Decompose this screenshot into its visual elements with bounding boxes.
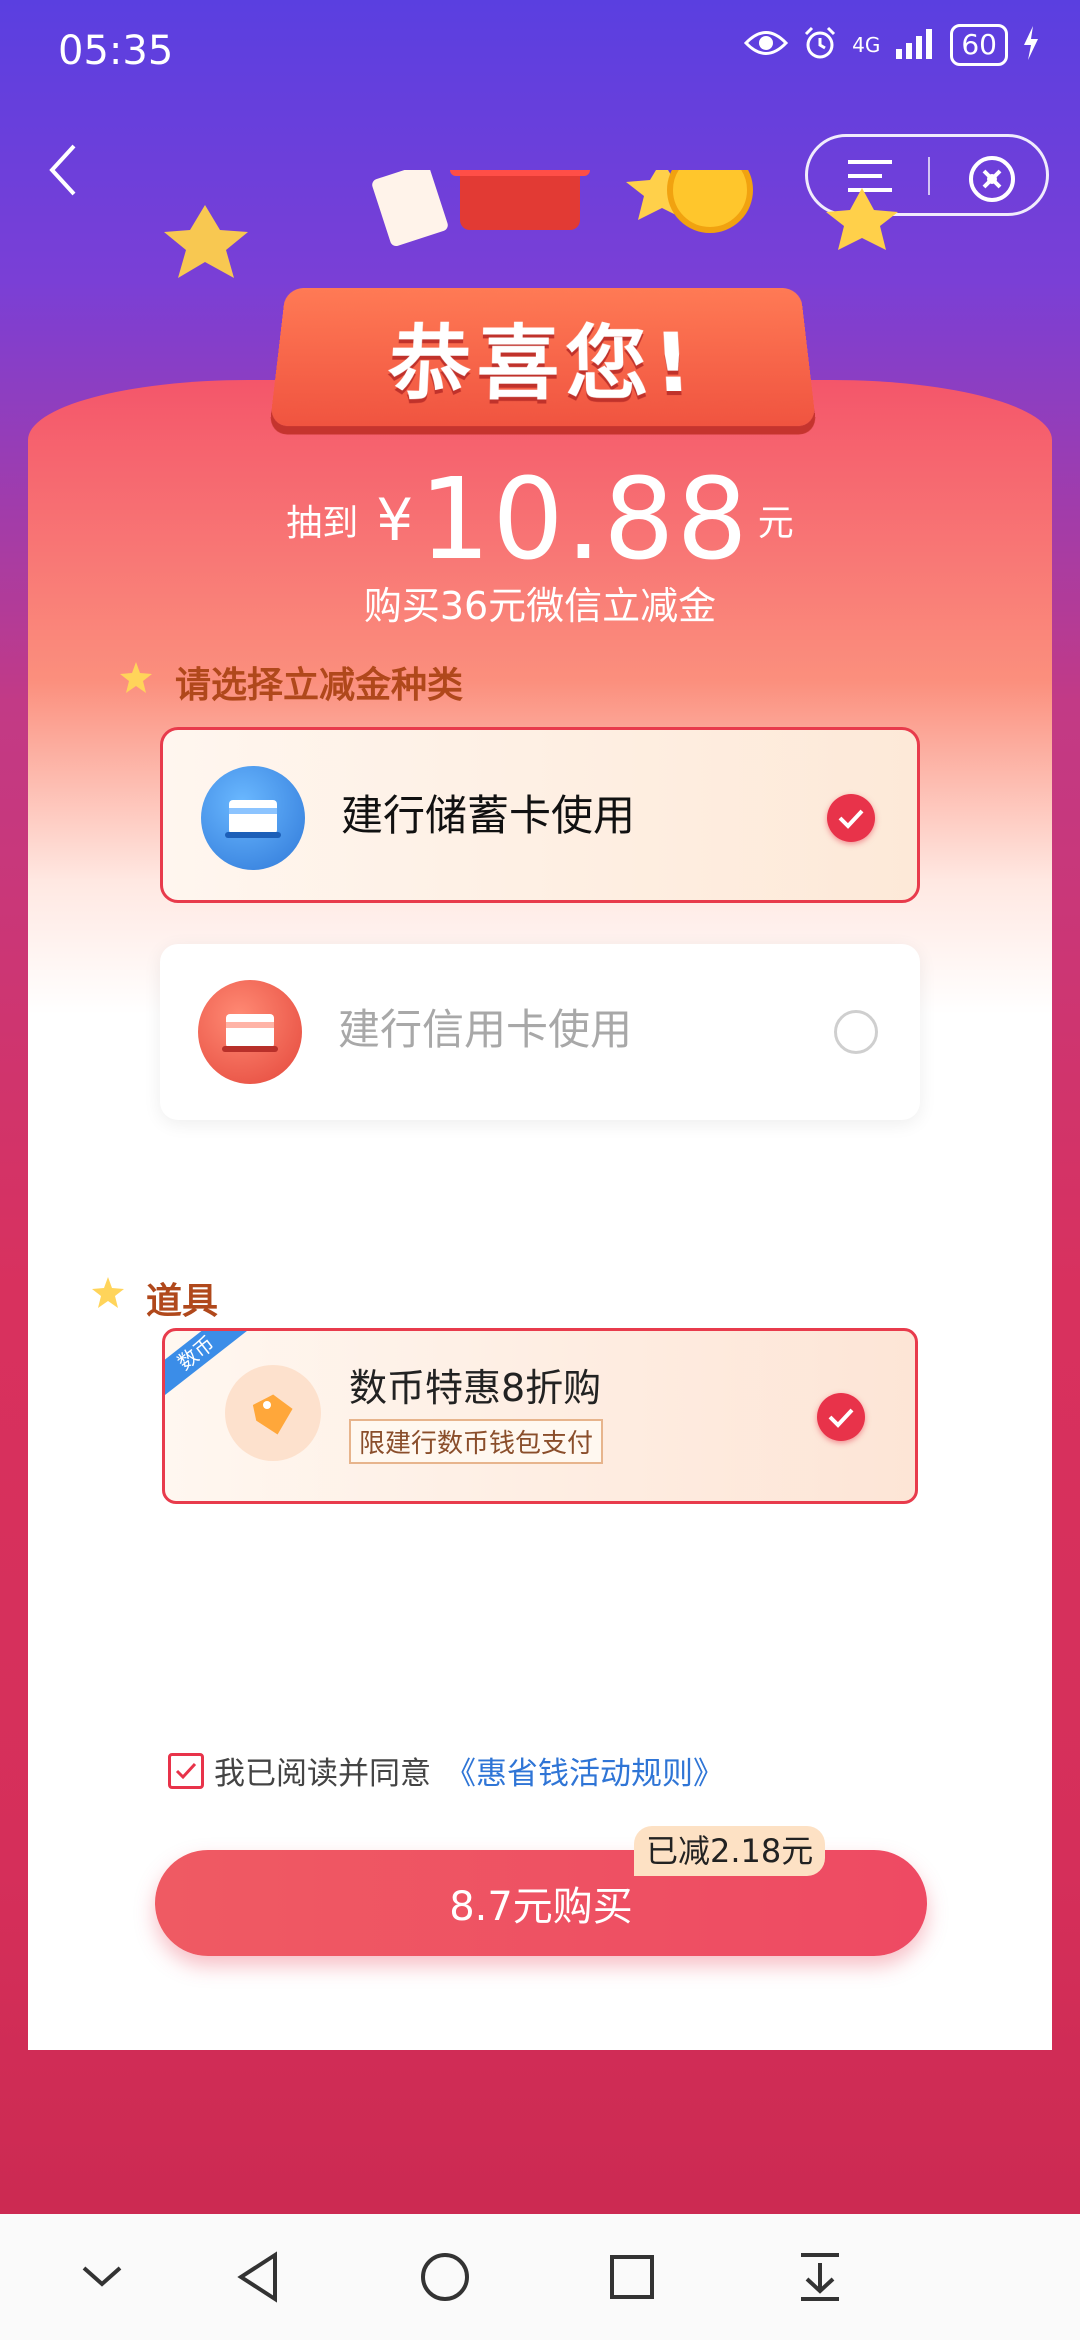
congrats-title: 恭喜您!: [385, 316, 701, 412]
prize-prefix: 抽到: [286, 503, 359, 544]
prize-amount: 10.88: [419, 455, 750, 585]
congrats-ribbon: 恭喜您!: [269, 288, 817, 427]
agreement-text: 我已阅读并同意: [214, 1756, 431, 1792]
nav-recents-button[interactable]: [572, 2214, 692, 2340]
back-arrow-icon: [49, 144, 76, 196]
agreement-checkbox[interactable]: [168, 1752, 204, 1789]
rules-link[interactable]: 《惠省钱活动规则》: [445, 1748, 724, 1793]
option-label: 建行信用卡使用: [338, 1005, 633, 1054]
prop-title: 数币特惠8折购: [349, 1366, 602, 1410]
nav-notification-button[interactable]: [760, 2214, 880, 2340]
tag-icon: [225, 1365, 321, 1461]
radio-unchecked-icon: [834, 1010, 878, 1054]
option-label: 建行储蓄卡使用: [341, 791, 636, 840]
home-circle-icon: [421, 2253, 469, 2301]
battery-icon: 60: [950, 24, 1008, 66]
star-icon: [120, 662, 152, 693]
system-nav-bar: [0, 2214, 1080, 2340]
close-button[interactable]: [966, 153, 1018, 205]
main-card: [28, 380, 1052, 2050]
credit-card-icon: [198, 980, 302, 1084]
eye-icon: [744, 28, 789, 62]
prop-coupon-card[interactable]: 数币 数币特惠8折购 限建行数币钱包支付: [162, 1328, 918, 1504]
option-credit-card[interactable]: 建行信用卡使用: [160, 944, 920, 1120]
section-title-props: 道具: [146, 1281, 219, 1322]
signal-icon: [894, 27, 936, 63]
charging-icon: [1022, 26, 1040, 64]
network-type: 4G: [852, 33, 881, 57]
prize-unit: 元: [757, 503, 794, 544]
prize-currency: ¥: [376, 486, 414, 554]
nav-home-button[interactable]: [385, 2214, 505, 2340]
back-triangle-icon: [237, 2251, 277, 2303]
status-icons: 4G 60: [744, 24, 1040, 66]
download-icon: [801, 2253, 839, 2301]
chevron-down-icon: [82, 2266, 122, 2287]
agreement-row: 我已阅读并同意 《惠省钱活动规则》: [168, 1748, 724, 1793]
prop-note: 限建行数币钱包支付: [349, 1419, 604, 1464]
status-time: 05:35: [58, 28, 174, 74]
check-icon: [827, 794, 875, 842]
star-icon: [92, 1277, 124, 1308]
check-icon: [175, 1762, 197, 1779]
prize-description: 购买36元微信立减金: [363, 584, 717, 628]
prize-line: 抽到 ¥10.88 元: [0, 455, 1080, 585]
check-icon: [817, 1393, 865, 1441]
discount-badge: 已减2.18元: [634, 1826, 826, 1876]
close-circle-icon: [969, 156, 1015, 202]
recents-square-icon: [610, 2255, 654, 2299]
alarm-icon: [802, 25, 838, 65]
bank-card-icon: [201, 766, 305, 870]
section-title-voucher-type: 请选择立减金种类: [175, 665, 464, 706]
nav-back-button[interactable]: [198, 2214, 318, 2340]
collapse-button[interactable]: [42, 2214, 162, 2340]
back-button[interactable]: [40, 140, 90, 200]
option-debit-card[interactable]: 建行储蓄卡使用: [160, 727, 920, 903]
